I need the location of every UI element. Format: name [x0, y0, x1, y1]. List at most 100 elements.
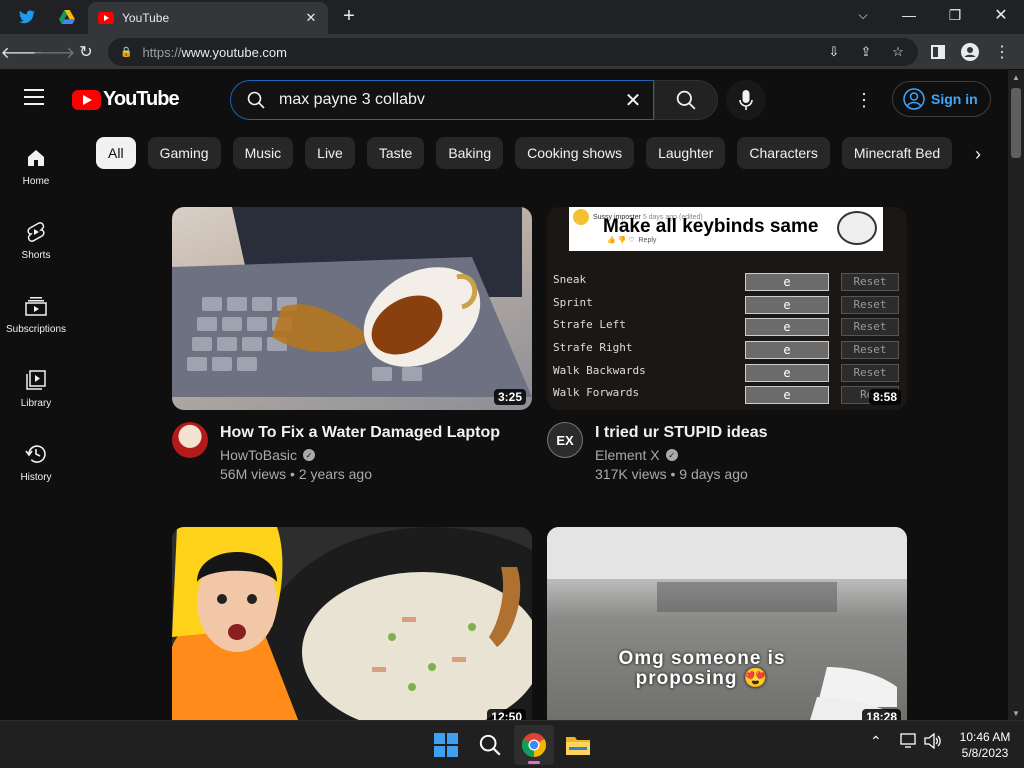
clear-search-icon[interactable]: ✕ — [613, 88, 653, 113]
scroll-up-arrow-icon[interactable]: ▲ — [1008, 70, 1024, 84]
show-hidden-icons-chevron-icon[interactable]: ⌃ — [870, 733, 882, 750]
video-thumbnail-proposing[interactable]: Omg someone is proposing 😍 18:28 — [547, 527, 907, 720]
youtube-logo[interactable]: YouTube — [72, 88, 180, 111]
taskbar-search-button[interactable] — [470, 725, 510, 765]
video-card[interactable]: 12:50 — [172, 527, 532, 720]
channel-name[interactable]: HowToBasic — [220, 447, 297, 463]
view-count: 317K views — [595, 466, 667, 482]
video-card[interactable]: 3:25 How To Fix a Water Damaged Laptop H… — [172, 207, 532, 482]
sign-in-button[interactable]: Sign in — [892, 81, 991, 117]
chips-next-arrow-icon[interactable]: › — [958, 137, 998, 171]
twitter-tab[interactable] — [8, 0, 46, 34]
tab-youtube[interactable]: YouTube ✕ — [88, 2, 328, 34]
drive-tab[interactable] — [48, 0, 86, 34]
profile-icon[interactable] — [958, 40, 982, 64]
taskbar-chrome[interactable] — [514, 725, 554, 765]
close-window-button[interactable]: ✕ — [978, 0, 1024, 30]
reload-button[interactable]: ↻ — [74, 40, 98, 64]
sidebar-label: History — [20, 472, 52, 483]
keybind-key: e — [745, 296, 829, 314]
settings-menu-icon[interactable]: ⋮ — [852, 88, 876, 112]
browser-menu-icon[interactable]: ⋮ — [990, 40, 1014, 64]
search-icon — [676, 90, 696, 110]
install-icon[interactable]: ⇩ — [822, 40, 846, 64]
lock-icon: 🔒 — [120, 46, 133, 58]
chip-gaming[interactable]: Gaming — [147, 137, 221, 169]
new-tab-button[interactable]: + — [338, 5, 360, 27]
chip-all[interactable]: All — [96, 137, 136, 169]
keybind-row: Strafe Left e Reset — [553, 318, 903, 338]
keybind-row: Strafe Right e Reset — [553, 341, 903, 361]
volume-icon[interactable] — [924, 732, 942, 752]
restore-button[interactable]: ❐ — [932, 0, 978, 30]
shorts-icon — [27, 222, 45, 242]
history-icon — [25, 445, 46, 463]
video-thumbnail-fried-rice[interactable]: 12:50 — [172, 527, 532, 720]
keybind-key: e — [745, 273, 829, 291]
channel-avatar[interactable]: EX — [547, 422, 583, 458]
keybind-reset: Reset — [841, 296, 899, 314]
scrollbar-thumb[interactable] — [1011, 88, 1021, 158]
video-duration: 12:50 — [487, 709, 526, 720]
channel-name[interactable]: Element X — [595, 447, 660, 463]
close-tab-icon[interactable]: ✕ — [300, 7, 322, 29]
search-button[interactable] — [654, 80, 718, 120]
sidebar-label: Shorts — [21, 250, 51, 261]
minimize-button[interactable]: — — [886, 0, 932, 30]
sidebar-label: Subscriptions — [5, 324, 67, 335]
chip-taste[interactable]: Taste — [366, 137, 425, 169]
tab-search-chevron-icon[interactable]: ⌵ — [840, 0, 886, 30]
network-icon[interactable] — [900, 733, 918, 752]
video-thumbnail-keybinds[interactable]: Sussy imposter 5 days ago (edited) Make … — [547, 207, 907, 410]
sidebar-item-subscriptions[interactable]: Subscriptions — [0, 278, 72, 352]
video-title[interactable]: I tried ur STUPID ideas — [595, 422, 767, 444]
sidebar-item-shorts[interactable]: Shorts — [0, 204, 72, 278]
video-duration: 18:28 — [862, 709, 901, 720]
video-card[interactable]: Sussy imposter 5 days ago (edited) Make … — [547, 207, 907, 482]
upload-age: 2 years ago — [298, 466, 372, 482]
taskbar-file-explorer[interactable] — [558, 725, 598, 765]
chip-characters[interactable]: Characters — [737, 137, 830, 169]
keybind-action: Sprint — [553, 296, 593, 309]
forward-button[interactable]: 🡒 — [33, 40, 76, 64]
video-duration: 3:25 — [493, 389, 526, 405]
back-button[interactable]: 🡐 — [1, 40, 44, 64]
video-card[interactable]: Omg someone is proposing 😍 18:28 — [547, 527, 907, 720]
video-thumbnail-laptop[interactable]: 3:25 — [172, 207, 532, 410]
address-bar[interactable]: 🔒 https://www.youtube.com — [108, 38, 918, 66]
voice-search-button[interactable] — [726, 80, 766, 120]
chip-minecraft-bed[interactable]: Minecraft Bed — [841, 137, 953, 169]
twitter-icon — [19, 10, 35, 24]
side-panel-icon[interactable] — [926, 40, 950, 64]
sidebar-label: Home — [22, 176, 50, 187]
video-title[interactable]: How To Fix a Water Damaged Laptop — [220, 422, 500, 444]
subscriptions-icon — [25, 297, 47, 316]
sidebar-item-history[interactable]: History — [0, 426, 72, 500]
chip-cooking-shows[interactable]: Cooking shows — [515, 137, 635, 169]
share-icon[interactable]: ⇪ — [854, 40, 878, 64]
keybind-key: e — [745, 386, 829, 404]
verified-check-icon: ✓ — [303, 449, 316, 461]
chip-music[interactable]: Music — [232, 137, 294, 169]
page-scrollbar[interactable]: ▲ ▼ — [1008, 70, 1024, 720]
fried-rice-illustration — [172, 527, 532, 720]
hamburger-menu-icon[interactable] — [24, 89, 44, 107]
chip-laughter[interactable]: Laughter — [646, 137, 726, 169]
reply-label: Reply — [638, 237, 657, 244]
keybind-action: Walk Backwards — [553, 364, 646, 377]
bookmark-star-icon[interactable]: ☆ — [886, 40, 910, 64]
chip-live[interactable]: Live — [305, 137, 355, 169]
upload-age: 9 days ago — [679, 466, 748, 482]
search-input[interactable]: max payne 3 collabv — [279, 91, 613, 109]
youtube-play-icon — [72, 89, 101, 110]
google-drive-icon — [59, 10, 75, 24]
search-box[interactable]: max payne 3 collabv ✕ — [230, 80, 654, 120]
sidebar-item-home[interactable]: Home — [0, 130, 72, 204]
keybind-action: Sneak — [553, 273, 587, 286]
sidebar-item-library[interactable]: Library — [0, 352, 72, 426]
channel-avatar[interactable] — [172, 422, 208, 458]
system-clock[interactable]: 10:46 AM 5/8/2023 — [950, 729, 1020, 761]
chip-baking[interactable]: Baking — [436, 137, 504, 169]
start-button[interactable] — [426, 725, 466, 765]
scroll-down-arrow-icon[interactable]: ▼ — [1008, 706, 1024, 720]
